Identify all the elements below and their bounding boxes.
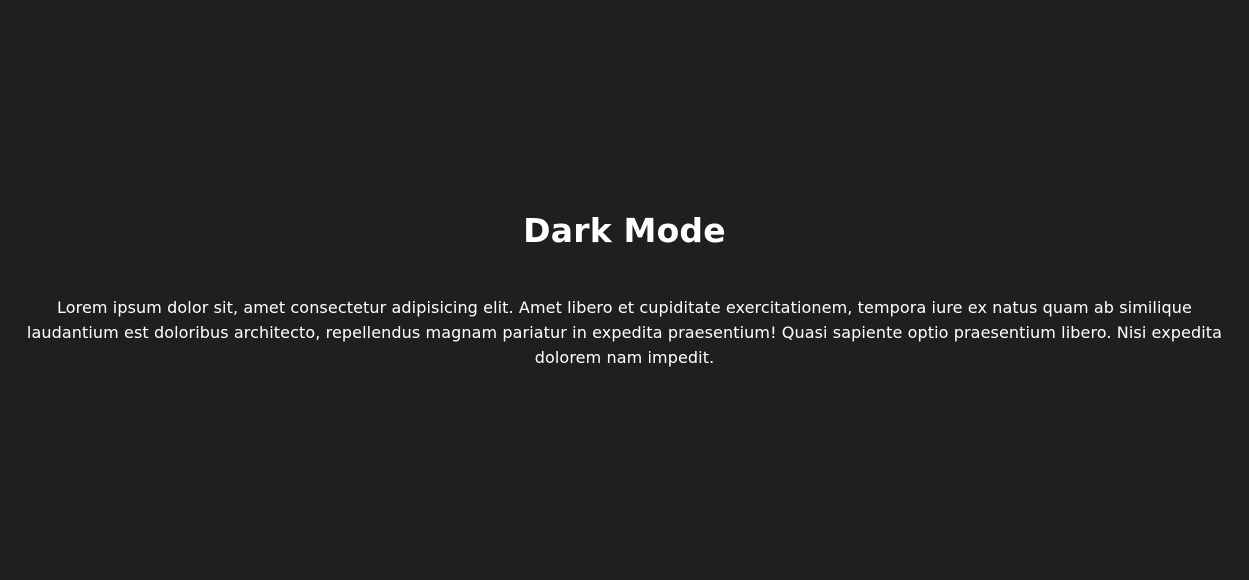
page-title: Dark Mode: [523, 210, 726, 250]
page-main: Dark Mode Lorem ipsum dolor sit, amet co…: [0, 0, 1249, 580]
body-paragraph: Lorem ipsum dolor sit, amet consectetur …: [26, 297, 1223, 367]
